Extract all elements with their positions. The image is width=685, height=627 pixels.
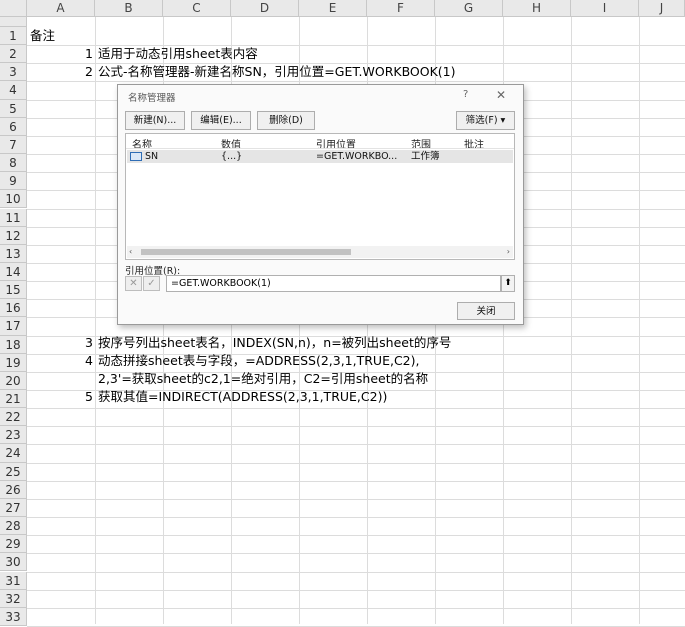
gridline bbox=[27, 426, 685, 428]
row-header[interactable]: 2 bbox=[0, 45, 27, 64]
row-header[interactable]: 18 bbox=[0, 335, 27, 354]
name-manager-dialog: 名称管理器 ? ✕ 新建(N)... 编辑(E)... 删除(D) 筛选(F) … bbox=[117, 84, 524, 325]
row-header[interactable]: 27 bbox=[0, 498, 27, 518]
edit-name-button[interactable]: 编辑(E)... bbox=[191, 111, 251, 130]
spreadsheet: A B C D E F G H I J 1 2 3 4 5 6 7 8 9 10 11 12 13 14 1… bbox=[0, 0, 685, 627]
refers-to-input[interactable]: =GET.WORKBOOK(1) bbox=[166, 275, 501, 292]
list-item[interactable]: SN {...} =GET.WORKBO... 工作簿 bbox=[127, 150, 513, 163]
column-header-c[interactable]: C bbox=[163, 0, 231, 17]
row-header[interactable]: 14 bbox=[0, 262, 27, 282]
horizontal-scrollbar[interactable]: ‹ › bbox=[127, 246, 513, 258]
row-header[interactable]: 8 bbox=[0, 154, 27, 173]
gridline bbox=[27, 553, 685, 555]
header-divider bbox=[126, 148, 514, 149]
cell-a2[interactable]: 1 bbox=[27, 45, 93, 63]
new-name-button[interactable]: 新建(N)... bbox=[125, 111, 185, 130]
confirm-check-icon[interactable]: ✓ bbox=[143, 276, 160, 291]
row-header[interactable]: 21 bbox=[0, 390, 27, 409]
column-header-d[interactable]: D bbox=[231, 0, 299, 17]
help-icon[interactable]: ? bbox=[463, 89, 468, 100]
dialog-title: 名称管理器 bbox=[128, 93, 176, 104]
column-header-a[interactable]: A bbox=[27, 0, 95, 17]
cell-b2[interactable]: 适用于动态引用sheet表内容 bbox=[98, 45, 258, 63]
row-header[interactable]: 16 bbox=[0, 299, 27, 318]
row-header[interactable]: 17 bbox=[0, 317, 27, 336]
column-header-g[interactable]: G bbox=[435, 0, 503, 17]
cell-b3[interactable]: 公式-名称管理器-新建名称SN，引用位置=GET.WORKBOOK(1) bbox=[98, 63, 456, 81]
row-header[interactable]: 5 bbox=[0, 99, 27, 118]
column-header-e[interactable]: E bbox=[299, 0, 367, 17]
column-header-h[interactable]: H bbox=[503, 0, 571, 17]
gridline bbox=[27, 498, 685, 500]
gridline bbox=[639, 17, 640, 624]
row-header[interactable]: 31 bbox=[0, 571, 27, 590]
close-button[interactable]: 关闭 bbox=[457, 302, 515, 320]
cell-b21[interactable]: 获取其值=INDIRECT(ADDRESS(2,3,1,TRUE,C2)) bbox=[98, 388, 387, 406]
entry-refers-to: =GET.WORKBO... bbox=[316, 151, 398, 162]
column-header-b[interactable]: B bbox=[95, 0, 163, 17]
gridline bbox=[27, 480, 685, 482]
row-header[interactable]: 10 bbox=[0, 190, 27, 209]
gridline bbox=[95, 17, 96, 624]
collapse-range-icon[interactable]: ⬆ bbox=[501, 275, 515, 292]
row-header[interactable]: 11 bbox=[0, 208, 27, 227]
row-header[interactable]: 28 bbox=[0, 517, 27, 536]
delete-name-button[interactable]: 删除(D) bbox=[257, 111, 315, 130]
entry-scope: 工作簿 bbox=[411, 151, 440, 162]
cell-a1[interactable]: 备注 bbox=[30, 27, 55, 45]
row-header[interactable]: 30 bbox=[0, 553, 27, 572]
row-header[interactable]: 19 bbox=[0, 353, 27, 372]
scroll-right-icon[interactable]: › bbox=[507, 246, 510, 258]
gridline bbox=[27, 535, 685, 537]
row-header[interactable]: 26 bbox=[0, 480, 27, 499]
gridline bbox=[27, 571, 685, 573]
gridline bbox=[571, 17, 572, 624]
row-header[interactable]: 20 bbox=[0, 371, 27, 390]
name-table-icon bbox=[130, 152, 142, 161]
gridline bbox=[27, 408, 685, 410]
row-header[interactable]: 4 bbox=[0, 81, 27, 100]
cell-b19[interactable]: 动态拼接sheet表与字段，=ADDRESS(2,3,1,TRUE,C2), bbox=[98, 352, 419, 370]
entry-value: {...} bbox=[221, 151, 243, 162]
close-icon[interactable]: ✕ bbox=[496, 88, 506, 102]
gridline bbox=[27, 517, 685, 519]
cancel-x-icon[interactable]: ✕ bbox=[125, 276, 142, 291]
row-header[interactable]: 25 bbox=[0, 462, 27, 481]
row-header[interactable]: 33 bbox=[0, 607, 27, 626]
row-header[interactable]: 22 bbox=[0, 408, 27, 427]
cell-a19[interactable]: 4 bbox=[27, 352, 93, 370]
gridline bbox=[27, 81, 685, 83]
cell-a21[interactable]: 5 bbox=[27, 388, 93, 406]
cell-b18[interactable]: 按序号列出sheet表名，INDEX(SN,n)，n=被列出sheet的序号 bbox=[98, 334, 451, 352]
row-header[interactable]: 9 bbox=[0, 172, 27, 191]
filter-button[interactable]: 筛选(F) ▾ bbox=[456, 111, 515, 130]
entry-name: SN bbox=[145, 151, 159, 162]
row-header[interactable]: 29 bbox=[0, 535, 27, 554]
gridline bbox=[27, 607, 685, 609]
names-list[interactable]: 名称 数值 引用位置 范围 批注 SN {...} =GET.WORKBO...… bbox=[125, 133, 515, 260]
gridline bbox=[27, 444, 685, 446]
row-header[interactable]: 3 bbox=[0, 63, 27, 82]
row-header[interactable]: 13 bbox=[0, 244, 27, 263]
header-spacer bbox=[0, 17, 27, 27]
row-header[interactable]: 7 bbox=[0, 135, 27, 155]
row-header[interactable]: 12 bbox=[0, 226, 27, 245]
column-header-i[interactable]: I bbox=[571, 0, 639, 17]
column-header-j[interactable]: J bbox=[639, 0, 685, 17]
select-all-corner[interactable] bbox=[0, 0, 27, 17]
column-header-f[interactable]: F bbox=[367, 0, 435, 17]
row-header[interactable]: 1 bbox=[0, 27, 27, 46]
row-header[interactable]: 23 bbox=[0, 426, 27, 445]
scroll-left-icon[interactable]: ‹ bbox=[129, 246, 132, 258]
gridline bbox=[27, 462, 685, 464]
cell-a18[interactable]: 3 bbox=[27, 334, 93, 352]
row-header[interactable]: 24 bbox=[0, 444, 27, 463]
row-header[interactable]: 6 bbox=[0, 117, 27, 136]
scrollbar-thumb[interactable] bbox=[141, 249, 351, 255]
cell-b20[interactable]: 2,3'=获取sheet的c2,1=绝对引用，C2=引用sheet的名称 bbox=[98, 370, 428, 388]
row-header[interactable]: 32 bbox=[0, 589, 27, 608]
row-header[interactable]: 15 bbox=[0, 281, 27, 300]
gridline bbox=[27, 589, 685, 591]
cell-a3[interactable]: 2 bbox=[27, 63, 93, 81]
